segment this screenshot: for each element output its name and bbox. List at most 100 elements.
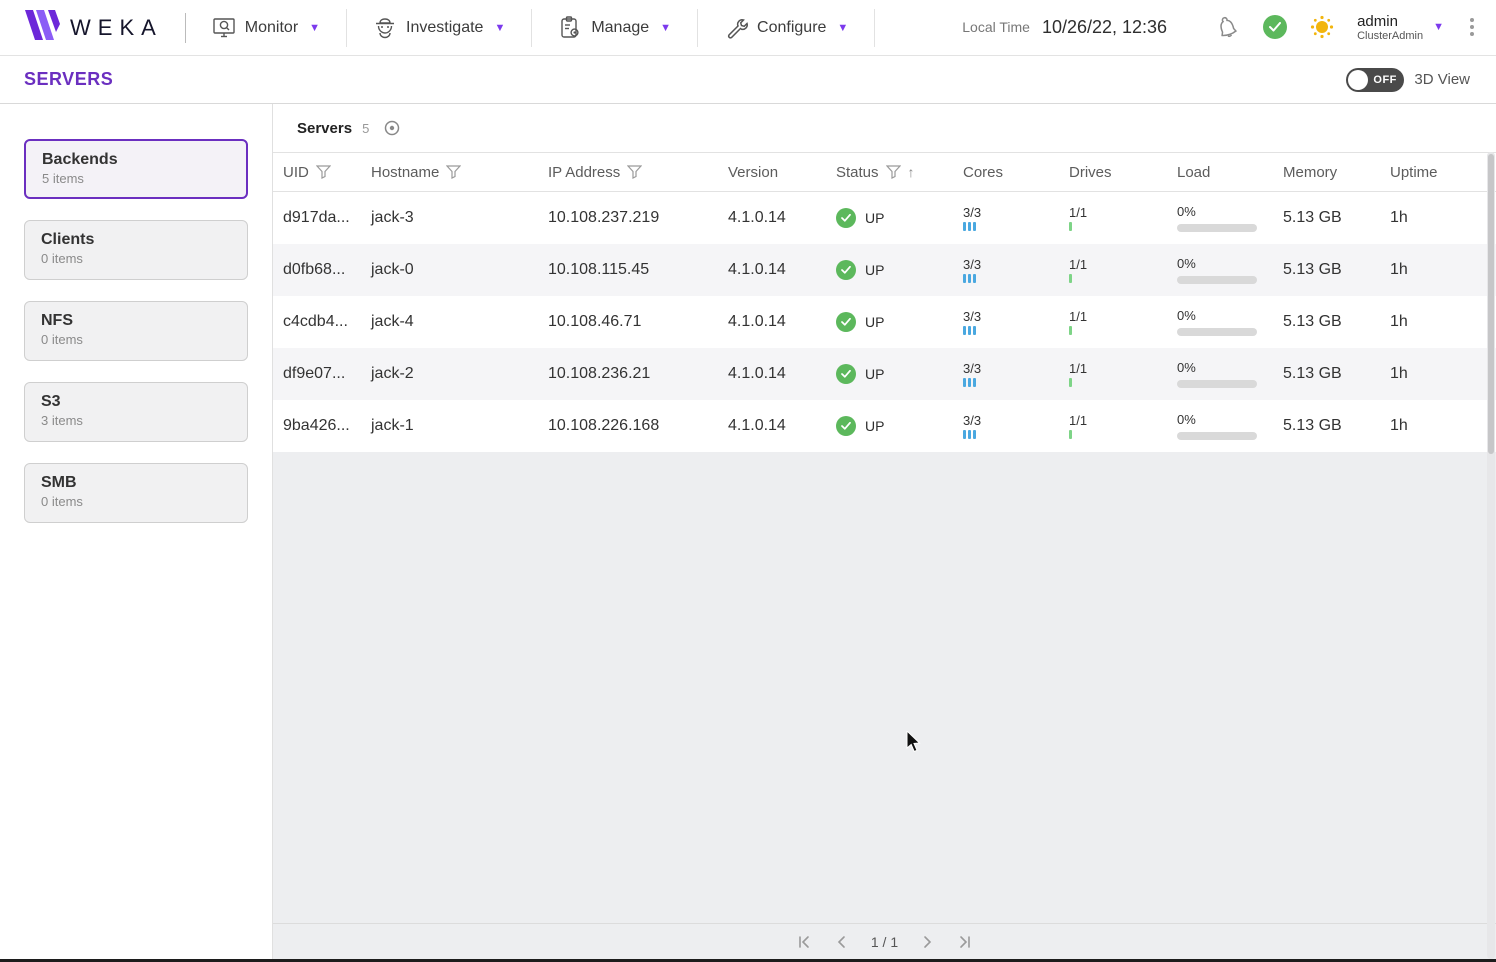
cores-usage-bars xyxy=(963,326,1069,335)
table-row[interactable]: c4cdb4...jack-410.108.46.714.1.0.14UP3/3… xyxy=(273,296,1496,348)
sidebar-item-nfs[interactable]: NFS 0 items xyxy=(24,301,248,361)
cell-hostname: jack-4 xyxy=(371,313,548,331)
overflow-menu-icon[interactable] xyxy=(1466,14,1478,40)
notification-bell-icon[interactable] xyxy=(1213,13,1241,41)
load-progress-bar xyxy=(1177,224,1257,232)
table-row[interactable]: df9e07...jack-210.108.236.214.1.0.14UP3/… xyxy=(273,348,1496,400)
cell-load: 0% xyxy=(1177,256,1283,284)
nav-monitor-label: Monitor xyxy=(245,19,298,37)
cell-ip: 10.108.46.71 xyxy=(548,313,728,331)
column-header-hostname[interactable]: Hostname xyxy=(371,164,548,181)
weka-logo-icon xyxy=(24,10,60,45)
cell-hostname: jack-1 xyxy=(371,417,548,435)
next-page-button[interactable] xyxy=(918,933,936,951)
status-up-icon xyxy=(836,312,856,332)
theme-sun-icon[interactable] xyxy=(1309,14,1335,40)
servers-panel-title: Servers xyxy=(297,120,352,137)
last-page-button[interactable] xyxy=(956,933,974,951)
sidebar-item-count: 0 items xyxy=(41,332,231,347)
3d-view-toggle[interactable]: OFF xyxy=(1346,68,1404,92)
nav-manage[interactable]: Manage ▼ xyxy=(532,0,697,56)
cell-value: 1h xyxy=(1390,417,1408,434)
cell-value: jack-2 xyxy=(371,365,414,382)
column-header-drives[interactable]: Drives xyxy=(1069,164,1177,181)
column-header-memory[interactable]: Memory xyxy=(1283,164,1390,181)
cell-ip: 10.108.237.219 xyxy=(548,209,728,227)
drives-usage-bars xyxy=(1069,274,1177,283)
sidebar-item-clients[interactable]: Clients 0 items xyxy=(24,220,248,280)
column-header-cores[interactable]: Cores xyxy=(963,164,1069,181)
cell-hostname: jack-2 xyxy=(371,365,548,383)
cell-value: UP xyxy=(865,314,884,330)
nav-configure[interactable]: Configure ▼ xyxy=(698,0,874,56)
cell-memory: 5.13 GB xyxy=(1283,417,1390,435)
column-label: UID xyxy=(283,164,309,181)
cell-value: 0% xyxy=(1177,360,1283,375)
cell-uptime: 1h xyxy=(1390,365,1496,383)
filter-icon xyxy=(886,165,901,179)
first-page-button[interactable] xyxy=(795,933,813,951)
cell-value: 5.13 GB xyxy=(1283,417,1342,434)
cell-status: UP xyxy=(836,260,963,280)
filter-icon xyxy=(446,165,461,179)
column-header-ip[interactable]: IP Address xyxy=(548,164,728,181)
visibility-eye-icon[interactable] xyxy=(383,119,401,137)
cell-value: 4.1.0.14 xyxy=(728,261,786,278)
cores-usage-bars xyxy=(963,274,1069,283)
local-time-value: 10/26/22, 12:36 xyxy=(1042,17,1167,38)
column-header-status[interactable]: Status ↑ xyxy=(836,164,963,181)
drives-usage-bars xyxy=(1069,222,1177,231)
chevron-down-icon: ▼ xyxy=(494,22,505,34)
cell-uptime: 1h xyxy=(1390,417,1496,435)
cell-status: UP xyxy=(836,416,963,436)
sidebar-item-backends[interactable]: Backends 5 items xyxy=(24,139,248,199)
column-header-uid[interactable]: UID xyxy=(283,164,371,181)
sidebar-item-smb[interactable]: SMB 0 items xyxy=(24,463,248,523)
chevron-down-icon: ▼ xyxy=(837,22,848,34)
cell-value: 1/1 xyxy=(1069,361,1177,376)
table-row[interactable]: 9ba426...jack-110.108.226.1684.1.0.14UP3… xyxy=(273,400,1496,452)
nav-monitor[interactable]: Monitor ▼ xyxy=(186,0,346,56)
sidebar-item-count: 5 items xyxy=(42,171,230,186)
cell-value: 1/1 xyxy=(1069,309,1177,324)
cell-value: 10.108.115.45 xyxy=(548,261,649,278)
cell-value: UP xyxy=(865,262,884,278)
cell-version: 4.1.0.14 xyxy=(728,261,836,279)
weka-logo[interactable]: WEKA xyxy=(0,10,185,45)
scrollbar-thumb[interactable] xyxy=(1488,154,1494,454)
cell-value: UP xyxy=(865,366,884,382)
nav-investigate[interactable]: Investigate ▼ xyxy=(347,0,531,56)
table-row[interactable]: d917da...jack-310.108.237.2194.1.0.14UP3… xyxy=(273,192,1496,244)
status-up-icon xyxy=(836,260,856,280)
sidebar-item-label: SMB xyxy=(41,474,231,492)
column-header-uptime[interactable]: Uptime xyxy=(1390,164,1496,181)
local-time-label: Local Time xyxy=(962,19,1030,35)
cores-usage-bars xyxy=(963,378,1069,387)
cell-load: 0% xyxy=(1177,360,1283,388)
column-header-version[interactable]: Version xyxy=(728,164,836,181)
cell-value: 10.108.237.219 xyxy=(548,209,659,226)
user-menu[interactable]: admin ClusterAdmin xyxy=(1357,13,1423,43)
cell-load: 0% xyxy=(1177,204,1283,232)
cell-value: 3/3 xyxy=(963,413,1069,428)
cell-status: UP xyxy=(836,208,963,228)
toggle-state: OFF xyxy=(1373,74,1397,86)
cell-load: 0% xyxy=(1177,412,1283,440)
view-toggle-wrap: OFF 3D View xyxy=(1346,68,1496,92)
cell-value: jack-4 xyxy=(371,313,414,330)
column-header-load[interactable]: Load xyxy=(1177,164,1283,181)
cluster-health-check-icon[interactable] xyxy=(1263,15,1287,39)
cell-value: 0% xyxy=(1177,412,1283,427)
sort-asc-icon: ↑ xyxy=(908,164,915,180)
sidebar-item-s3[interactable]: S3 3 items xyxy=(24,382,248,442)
cell-uid: d0fb68... xyxy=(283,261,371,279)
sidebar-item-label: S3 xyxy=(41,393,231,411)
table-row[interactable]: d0fb68...jack-010.108.115.454.1.0.14UP3/… xyxy=(273,244,1496,296)
vertical-scrollbar[interactable] xyxy=(1487,152,1495,959)
cell-value: 4.1.0.14 xyxy=(728,313,786,330)
main-content: Servers 5 UID Hostname IP Address Versio… xyxy=(272,104,1496,959)
sidebar-item-count: 0 items xyxy=(41,494,231,509)
prev-page-button[interactable] xyxy=(833,933,851,951)
chevron-down-icon[interactable]: ▼ xyxy=(1433,21,1444,33)
nav-manage-label: Manage xyxy=(591,19,649,37)
